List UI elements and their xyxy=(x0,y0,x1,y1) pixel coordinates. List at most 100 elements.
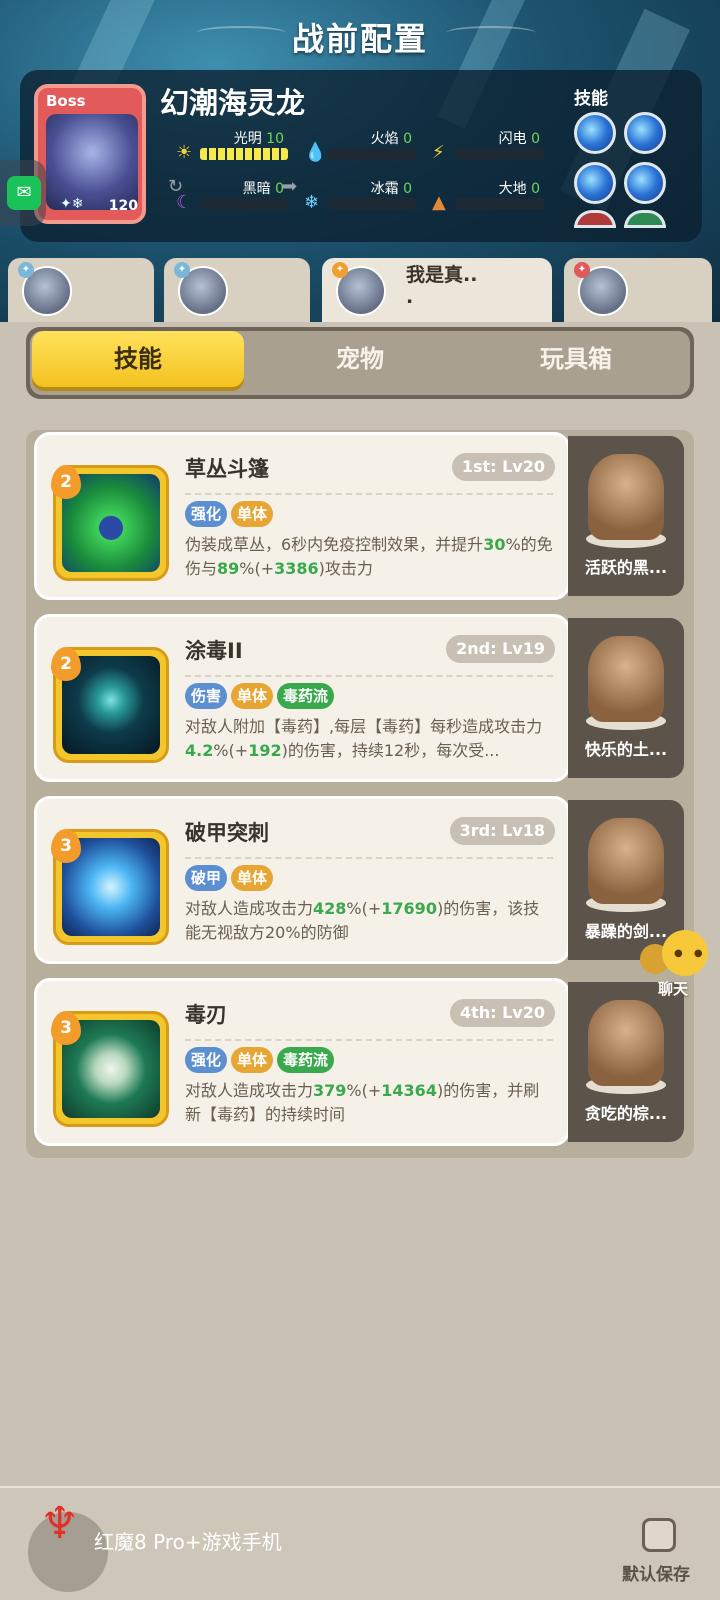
element-icon: 💧 xyxy=(304,142,327,163)
team-member-badge-icon: ✦ xyxy=(332,262,348,278)
skill-desc-part: 192 xyxy=(248,741,282,760)
pet-figure xyxy=(588,454,664,540)
chat-button[interactable]: ● ● 聊天 xyxy=(640,930,710,998)
skill-tag: 毒药流 xyxy=(277,1047,335,1073)
skill-desc-part: 14364 xyxy=(381,1081,437,1100)
chat-face-eyes: ● ● xyxy=(674,948,707,959)
tab-toybox[interactable]: 玩具箱 xyxy=(470,331,682,387)
divider xyxy=(185,1039,553,1041)
pet-slot[interactable]: 快乐的土... xyxy=(568,618,684,778)
skill-desc-part: 17690 xyxy=(381,899,437,918)
bottom-bar: ♆ 红魔8 Pro+游戏手机 默认保存 xyxy=(0,1486,720,1600)
element-stat: 大地 0 ▲ xyxy=(432,178,564,222)
boss-skill-orb[interactable] xyxy=(624,162,666,204)
default-save-checkbox[interactable] xyxy=(642,1518,676,1552)
skill-tags: 伤害 单体 毒药流 xyxy=(185,683,335,709)
chat-label: 聊天 xyxy=(658,980,689,998)
skill-tag: 单体 xyxy=(231,501,274,527)
boss-portrait-card[interactable]: Boss ✦❄ 120 xyxy=(34,84,146,224)
wechat-icon: ✉ xyxy=(7,176,41,210)
divider xyxy=(185,493,553,495)
skill-description: 对敌人造成攻击力379%(+14364)的伤害，并刷新【毒药】的持续时间 xyxy=(185,1079,555,1127)
pet-figure xyxy=(588,1000,664,1086)
skill-card[interactable]: 2 涂毒II 2nd: Lv19 伤害 单体 毒药流 对敌人附加【毒药】,每层【毒药】每秒造… xyxy=(34,614,570,782)
skill-card[interactable]: 2 草丛斗篷 1st: Lv20 强化 单体 伪装成草丛，6秒内免疫控制效果，并提升30%… xyxy=(34,432,570,600)
tab-pets[interactable]: 宠物 xyxy=(254,331,466,387)
element-stat: 冰霜 0 ❄ xyxy=(304,178,436,222)
team-member-badge-icon: ✦ xyxy=(574,262,590,278)
skill-name: 涂毒II xyxy=(185,639,243,663)
default-save-label: 默认保存 xyxy=(622,1565,690,1585)
skill-desc-part: 对敌人造成攻击力 xyxy=(185,1081,314,1100)
pet-name: 活跃的黑... xyxy=(584,558,668,577)
boss-skill-orb[interactable] xyxy=(574,210,616,228)
skill-tag: 破甲 xyxy=(185,865,228,891)
frost-element-icon: ✦❄ xyxy=(60,196,84,212)
skill-order-badge: 2 xyxy=(51,647,81,681)
category-tabs: 技能 宠物 玩具箱 xyxy=(26,327,694,399)
boss-skill-orb[interactable] xyxy=(624,210,666,228)
skill-description: 对敌人附加【毒药】,每层【毒药】每秒造成攻击力 4.2%(+192)的伤害，持续1… xyxy=(185,715,555,763)
boss-level: 120 xyxy=(108,198,138,214)
divider xyxy=(185,857,553,859)
boss-skill-orb[interactable] xyxy=(574,162,616,204)
wechat-float-button[interactable]: ✉ xyxy=(0,160,46,226)
skill-tag: 强化 xyxy=(185,501,228,527)
skill-desc-part: %(+ xyxy=(346,1081,382,1100)
team-member-tab[interactable]: ✦ xyxy=(164,258,310,322)
page-title: 战前配置 xyxy=(291,20,428,58)
swap-arrow-icon: ➡ xyxy=(282,176,298,197)
skill-order-badge: 3 xyxy=(51,829,81,863)
element-label: 冰霜 0 xyxy=(370,181,412,197)
element-bar xyxy=(456,198,544,210)
skill-name: 草丛斗篷 xyxy=(185,457,269,481)
skill-desc-part: )的伤害，持续12秒，每次受... xyxy=(281,741,500,760)
skill-card[interactable]: 3 毒刃 4th: Lv20 强化 单体 毒药流 对敌人造成攻击力379%(+14364)的… xyxy=(34,978,570,1146)
brand-text: 红魔8 Pro+游戏手机 xyxy=(94,1530,282,1554)
skill-desc-part: 89 xyxy=(217,559,240,578)
pet-figure xyxy=(588,818,664,904)
skill-desc-part: 伪装成草丛，6秒内免疫控制效果，并提升 xyxy=(185,535,484,554)
skill-desc-part: %(+ xyxy=(239,559,275,578)
skill-tags: 强化 单体 xyxy=(185,501,274,527)
skill-desc-part: %(+ xyxy=(213,741,249,760)
pet-slot[interactable]: 活跃的黑... xyxy=(568,436,684,596)
element-bar xyxy=(200,198,288,210)
skill-level-badge: 3rd: Lv18 xyxy=(449,817,555,845)
skill-tag: 伤害 xyxy=(185,683,228,709)
element-bar xyxy=(328,148,416,160)
tab-skills[interactable]: 技能 xyxy=(32,331,244,387)
skill-desc-part: 4.2 xyxy=(185,741,214,760)
skill-level-badge: 4th: Lv20 xyxy=(449,999,555,1027)
boss-skill-orb[interactable] xyxy=(624,112,666,154)
skill-tag: 单体 xyxy=(231,1047,274,1073)
element-icon: ☀ xyxy=(176,142,193,163)
skill-desc-part: 428 xyxy=(313,899,347,918)
team-member-tab[interactable]: ✦ 我是真... xyxy=(322,258,552,322)
skill-desc-part: 30 xyxy=(483,535,506,554)
element-label: 大地 0 xyxy=(498,181,540,197)
pet-name: 快乐的土... xyxy=(584,740,668,759)
skill-name: 毒刃 xyxy=(185,1003,227,1027)
element-stat: 闪电 0 ⚡ xyxy=(432,128,564,172)
team-member-tab[interactable]: ✦ xyxy=(564,258,712,322)
pet-slot[interactable]: 贪吃的棕... xyxy=(568,982,684,1142)
skill-tag: 强化 xyxy=(185,1047,228,1073)
boss-name: 幻潮海灵龙 xyxy=(160,86,306,120)
team-member-badge-icon: ✦ xyxy=(18,262,34,278)
team-member-name-line2: . xyxy=(406,286,414,308)
skill-description: 伪装成草丛，6秒内免疫控制效果，并提升30%的免伤与89%(+3386)攻击力 xyxy=(185,533,555,581)
element-label: 闪电 0 xyxy=(498,131,540,147)
pet-name: 贪吃的棕... xyxy=(584,1104,668,1123)
element-bar xyxy=(328,198,416,210)
cycle-arrow-icon: ↻ xyxy=(168,176,184,197)
element-label: 火焰 0 xyxy=(370,131,412,147)
skill-description: 对敌人造成攻击力428%(+17690)的伤害，该技能无视敌方20%的防御 xyxy=(185,897,555,945)
element-icon: ⚡ xyxy=(432,142,445,163)
boss-skill-orb[interactable] xyxy=(574,112,616,154)
skill-desc-part: 对敌人附加【毒药】,每层【毒药】每秒造成攻击力 xyxy=(185,717,543,736)
skill-tags: 破甲 单体 xyxy=(185,865,274,891)
team-member-badge-icon: ✦ xyxy=(174,262,190,278)
skill-card[interactable]: 3 破甲突刺 3rd: Lv18 破甲 单体 对敌人造成攻击力428%(+17690)的伤… xyxy=(34,796,570,964)
team-member-tab[interactable]: ✦ xyxy=(8,258,154,322)
